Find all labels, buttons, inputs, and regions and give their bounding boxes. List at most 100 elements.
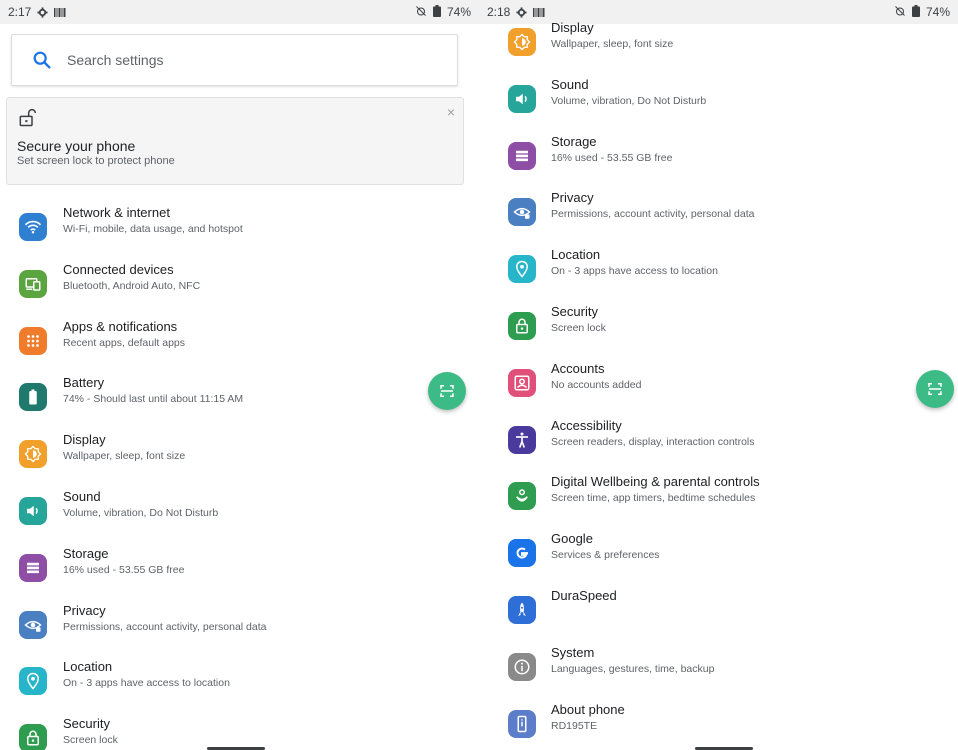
- item-title: Accounts: [551, 360, 605, 376]
- settings-item-battery[interactable]: Battery 74% - Should last until about 11:…: [0, 375, 479, 431]
- item-subtitle: Screen lock: [63, 734, 118, 747]
- screen-capture-fab[interactable]: [916, 370, 954, 408]
- volume-icon: [508, 84, 536, 113]
- item-title: Apps & notifications: [63, 318, 178, 334]
- privacy-eye-icon: [508, 198, 536, 227]
- item-title: System: [551, 644, 595, 660]
- item-title: Digital Wellbeing & parental controls: [551, 474, 760, 490]
- settings-item-security[interactable]: Security Screen lock: [0, 716, 479, 750]
- unlocked-icon: [19, 109, 37, 127]
- item-title: Google: [551, 531, 593, 547]
- item-subtitle: RD195TE: [551, 719, 598, 732]
- item-subtitle: Permissions, account activity, personal …: [551, 208, 755, 221]
- item-subtitle: On - 3 apps have access to location: [551, 265, 718, 278]
- search-icon: [33, 51, 51, 69]
- item-title: Location: [551, 247, 601, 263]
- apps-grid-icon: [19, 326, 47, 355]
- item-title: Security: [551, 304, 598, 319]
- item-title: Accessibility: [551, 417, 622, 433]
- item-subtitle: Screen time, app timers, bedtime schedul…: [551, 492, 756, 505]
- item-subtitle: Permissions, account activity, personal …: [63, 620, 267, 633]
- alarm-off-icon: [415, 5, 427, 20]
- item-title: Display: [551, 20, 594, 35]
- phone-icon: [508, 709, 536, 738]
- item-subtitle: Wallpaper, sleep, font size: [63, 450, 186, 463]
- scan-frame-icon: [928, 383, 942, 395]
- barcode-icon: [533, 7, 545, 17]
- settings-item-display[interactable]: Display Wallpaper, sleep, font size: [0, 432, 479, 488]
- item-subtitle: Volume, vibration, Do Not Disturb: [551, 94, 707, 107]
- settings-item-network-internet[interactable]: Network & internet Wi-Fi, mobile, data us…: [0, 205, 479, 261]
- item-subtitle: Wallpaper, sleep, font size: [551, 38, 674, 50]
- accessibility-icon: [508, 425, 536, 454]
- privacy-eye-icon: [19, 610, 47, 639]
- settings-item-privacy[interactable]: Privacy Permissions, account activity, pe…: [0, 603, 479, 659]
- battery-status-icon: [432, 4, 441, 20]
- lock-icon: [19, 724, 47, 750]
- connected-devices-icon: [19, 269, 47, 298]
- item-subtitle: Bluetooth, Android Auto, NFC: [63, 279, 201, 292]
- settings-item-storage[interactable]: Storage 16% used - 53.55 GB free: [0, 546, 479, 602]
- settings-item-digital-wellbeing-parental-controls[interactable]: Digital Wellbeing & parental controls Scr…: [479, 474, 958, 530]
- item-subtitle: 16% used - 53.55 GB free: [63, 563, 185, 576]
- location-pin-icon: [19, 667, 47, 696]
- settings-item-sound[interactable]: Sound Volume, vibration, Do Not Disturb: [0, 489, 479, 545]
- item-subtitle: 74% - Should last until about 11:15 AM: [63, 393, 244, 406]
- alarm-off-icon: [894, 5, 906, 20]
- settings-item-display[interactable]: Display Wallpaper, sleep, font size: [479, 20, 958, 76]
- item-subtitle: Recent apps, default apps: [63, 336, 186, 349]
- settings-gear-icon: [37, 6, 48, 18]
- close-icon[interactable]: ×: [447, 104, 455, 120]
- item-subtitle: Screen readers, display, interaction con…: [551, 435, 755, 448]
- battery-percent: 74%: [446, 5, 471, 19]
- item-subtitle: On - 3 apps have access to location: [63, 677, 230, 690]
- storage-icon: [19, 553, 47, 582]
- item-title: Battery: [63, 375, 105, 391]
- settings-item-connected-devices[interactable]: Connected devices Bluetooth, Android Auto…: [0, 262, 479, 318]
- settings-screen-left: 2:17 74% Search settings × Secure your p…: [0, 0, 479, 750]
- settings-item-duraspeed[interactable]: DuraSpeed: [479, 588, 958, 644]
- location-pin-icon: [508, 255, 536, 284]
- search-settings-bar[interactable]: Search settings: [11, 34, 458, 86]
- item-title: Storage: [551, 133, 597, 149]
- battery-icon: [19, 383, 47, 412]
- volume-icon: [19, 497, 47, 525]
- settings-item-storage[interactable]: Storage 16% used - 53.55 GB free: [479, 134, 958, 190]
- item-subtitle: Volume, vibration, Do Not Disturb: [63, 507, 219, 519]
- settings-item-apps-notifications[interactable]: Apps & notifications Recent apps, default…: [0, 319, 479, 375]
- item-subtitle: Services & preferences: [551, 549, 660, 562]
- search-placeholder: Search settings: [67, 52, 164, 68]
- screen-capture-fab[interactable]: [428, 372, 466, 410]
- item-title: DuraSpeed: [551, 588, 617, 603]
- settings-item-security[interactable]: Security Screen lock: [479, 304, 958, 360]
- item-subtitle: No accounts added: [551, 378, 642, 391]
- item-title: Storage: [63, 545, 109, 561]
- secure-phone-card[interactable]: × Secure your phone Set screen lock to p…: [6, 97, 464, 185]
- settings-item-privacy[interactable]: Privacy Permissions, account activity, pe…: [479, 190, 958, 246]
- status-time: 2:17: [8, 5, 32, 19]
- scan-frame-icon: [440, 385, 454, 397]
- google-icon: [508, 539, 536, 568]
- settings-item-sound[interactable]: Sound Volume, vibration, Do Not Disturb: [479, 77, 958, 133]
- item-subtitle: Screen lock: [551, 322, 606, 334]
- status-bar: 2:17 74%: [0, 0, 479, 24]
- settings-item-about-phone[interactable]: About phone RD195TE: [479, 702, 958, 750]
- settings-item-google[interactable]: Google Services & preferences: [479, 531, 958, 587]
- item-title: Network & internet: [63, 205, 170, 220]
- settings-item-accessibility[interactable]: Accessibility Screen readers, display, in…: [479, 418, 958, 474]
- item-subtitle: Wi-Fi, mobile, data usage, and hotspot: [63, 223, 243, 235]
- account-box-icon: [508, 368, 536, 397]
- settings-gear-icon: [516, 6, 527, 18]
- item-subtitle: Languages, gestures, time, backup: [551, 662, 715, 675]
- settings-item-system[interactable]: System Languages, gestures, time, backup: [479, 645, 958, 701]
- settings-item-location[interactable]: Location On - 3 apps have access to locat…: [0, 659, 479, 715]
- wellbeing-icon: [508, 482, 536, 511]
- item-subtitle: 16% used - 53.55 GB free: [551, 151, 673, 164]
- item-title: Connected devices: [63, 261, 174, 277]
- card-title: Secure your phone: [17, 138, 136, 154]
- item-title: Privacy: [551, 190, 594, 206]
- settings-item-accounts[interactable]: Accounts No accounts added: [479, 361, 958, 417]
- item-title: Sound: [63, 489, 101, 504]
- rocket-icon: [508, 596, 536, 624]
- settings-item-location[interactable]: Location On - 3 apps have access to locat…: [479, 247, 958, 303]
